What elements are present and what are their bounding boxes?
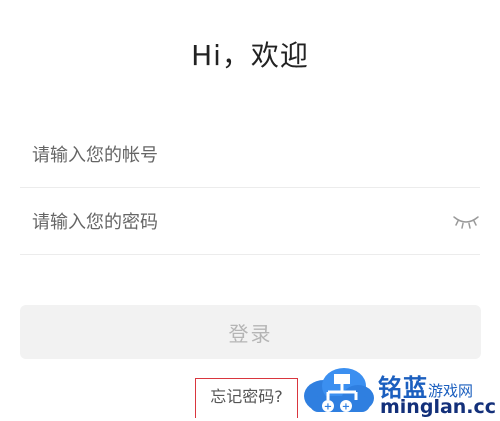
svg-text:+: +: [324, 402, 332, 413]
account-input[interactable]: [32, 122, 432, 188]
forgot-password-link[interactable]: 忘记密码?: [195, 378, 298, 418]
login-screen: Hi，欢迎 登录 忘记密码?: [0, 0, 500, 421]
login-button[interactable]: 登录: [20, 305, 481, 359]
watermark-logo: + + 铭蓝游戏网 minglan.cc: [300, 366, 500, 418]
svg-text:+: +: [342, 402, 350, 413]
watermark-domain: minglan.cc: [380, 396, 497, 418]
cloud-logo-icon: + +: [304, 368, 374, 413]
greeting-title: Hi，欢迎: [191, 39, 309, 72]
eye-closed-icon[interactable]: [452, 209, 480, 231]
account-field: [20, 122, 480, 188]
password-field: [20, 189, 480, 255]
password-input[interactable]: [32, 189, 432, 255]
